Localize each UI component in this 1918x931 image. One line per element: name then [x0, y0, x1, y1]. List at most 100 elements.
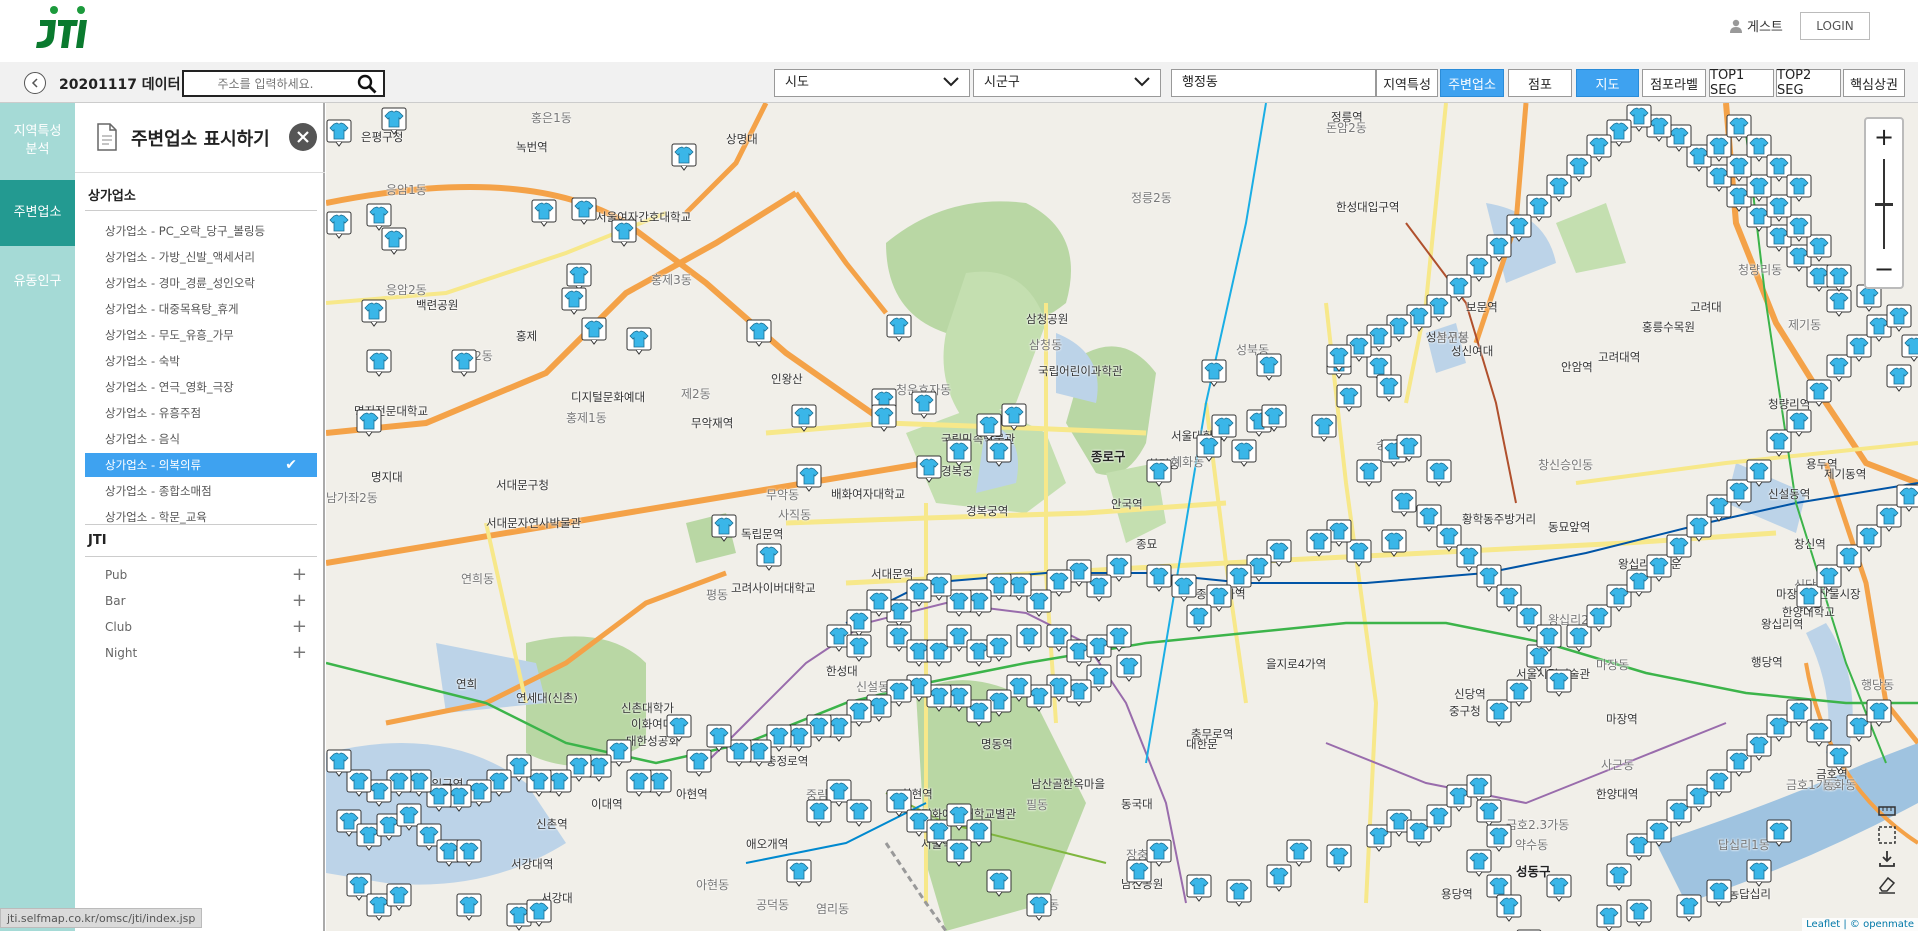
shop-marker-clothing-icon[interactable] [1476, 799, 1502, 827]
shop-marker-clothing-icon[interactable] [1826, 289, 1852, 317]
shop-marker-clothing-icon[interactable] [571, 197, 597, 225]
shop-marker-clothing-icon[interactable] [1231, 439, 1257, 467]
top1-seg-button[interactable]: TOP1 SEG [1709, 68, 1774, 98]
shop-marker-clothing-icon[interactable] [1896, 484, 1918, 512]
jti-logo[interactable] [30, 2, 102, 54]
shop-marker-clothing-icon[interactable] [626, 769, 652, 797]
jti-item-night[interactable]: Night + [85, 641, 317, 665]
sigungu-select[interactable]: 시군구 [973, 69, 1161, 97]
shop-marker-clothing-icon[interactable] [976, 413, 1002, 441]
zoom-out-button[interactable]: − [1866, 253, 1902, 287]
shop-marker-clothing-icon[interactable] [1356, 459, 1382, 487]
shop-marker-clothing-icon[interactable] [791, 404, 817, 432]
shop-marker-clothing-icon[interactable] [1211, 414, 1237, 442]
shop-marker-clothing-icon[interactable] [1676, 894, 1702, 922]
shop-marker-clothing-icon[interactable] [611, 219, 637, 247]
shop-marker-clothing-icon[interactable] [1016, 624, 1042, 652]
shop-marker-clothing-icon[interactable] [1391, 489, 1417, 517]
shop-marker-clothing-icon[interactable] [1266, 864, 1292, 892]
shop-marker-clothing-icon[interactable] [526, 899, 552, 927]
shop-marker-clothing-icon[interactable] [326, 119, 352, 147]
shop-marker-clothing-icon[interactable] [1806, 719, 1832, 747]
shop-marker-clothing-icon[interactable] [1496, 894, 1522, 922]
shop-marker-clothing-icon[interactable] [1806, 379, 1832, 407]
shop-marker-clothing-icon[interactable] [986, 869, 1012, 897]
shop-marker-clothing-icon[interactable] [1826, 264, 1852, 292]
shop-marker-clothing-icon[interactable] [711, 514, 737, 542]
shop-marker-clothing-icon[interactable] [1326, 844, 1352, 872]
shop-marker-clothing-icon[interactable] [1226, 879, 1252, 907]
shop-marker-clothing-icon[interactable] [1546, 874, 1572, 902]
shop-marker-clothing-icon[interactable] [686, 749, 712, 777]
shop-marker-clothing-icon[interactable] [1786, 409, 1812, 437]
address-search[interactable] [182, 70, 385, 97]
shop-marker-clothing-icon[interactable] [1261, 404, 1287, 432]
shop-marker-clothing-icon[interactable] [381, 107, 407, 135]
shop-marker-clothing-icon[interactable] [1546, 669, 1572, 697]
nearby-shops-button[interactable]: 주변업소 [1440, 69, 1504, 97]
zoom-slider-handle[interactable] [1875, 203, 1893, 206]
measure-icon[interactable] [1876, 800, 1898, 822]
address-search-input[interactable] [188, 74, 343, 94]
shop-marker-clothing-icon[interactable] [1486, 824, 1512, 852]
shop-category-item[interactable]: 상가업소 - 숙박 [85, 349, 317, 373]
plus-icon[interactable]: + [292, 615, 307, 639]
login-button[interactable]: LOGIN [1800, 12, 1870, 40]
shop-marker-clothing-icon[interactable] [1746, 859, 1772, 887]
shop-marker-clothing-icon[interactable] [456, 893, 482, 921]
jti-item-pub[interactable]: Pub + [85, 563, 317, 587]
shop-marker-clothing-icon[interactable] [986, 439, 1012, 467]
shop-marker-clothing-icon[interactable] [1116, 654, 1142, 682]
shop-marker-clothing-icon[interactable] [361, 299, 387, 327]
shop-marker-clothing-icon[interactable] [871, 404, 897, 432]
shop-marker-clothing-icon[interactable] [666, 714, 692, 742]
shop-marker-clothing-icon[interactable] [1396, 434, 1422, 462]
search-icon[interactable] [357, 74, 377, 94]
shop-marker-clothing-icon[interactable] [1286, 839, 1312, 867]
shop-marker-clothing-icon[interactable] [386, 883, 412, 911]
shop-marker-clothing-icon[interactable] [1826, 744, 1852, 772]
jti-item-club[interactable]: Club + [85, 615, 317, 639]
shop-marker-clothing-icon[interactable] [1186, 874, 1212, 902]
shop-marker-clothing-icon[interactable] [366, 203, 392, 231]
shop-marker-clothing-icon[interactable] [561, 287, 587, 315]
map-view[interactable]: 홍은1동 은평구청 녹번역 상명대 응암1동 서울여자간호대학교 홍제3동 응암2동 백련공원 홍… [326, 103, 1918, 931]
select-area-icon[interactable] [1876, 824, 1898, 846]
shop-marker-clothing-icon[interactable] [1506, 679, 1532, 707]
shop-marker-clothing-icon[interactable] [1376, 374, 1402, 402]
shop-marker-clothing-icon[interactable] [1186, 604, 1212, 632]
shop-marker-clothing-icon[interactable] [451, 349, 477, 377]
core-district-button[interactable]: 핵심상권 [1843, 69, 1905, 97]
plus-icon[interactable]: + [292, 563, 307, 587]
shop-marker-clothing-icon[interactable] [366, 349, 392, 377]
shop-marker-clothing-icon[interactable] [1256, 353, 1282, 381]
shop-marker-clothing-icon[interactable] [886, 314, 912, 342]
eraser-icon[interactable] [1876, 873, 1898, 895]
shop-marker-clothing-icon[interactable] [626, 327, 652, 355]
shop-marker-clothing-icon[interactable] [1426, 459, 1452, 487]
shop-category-item[interactable]: 상가업소 - 무도_유흥_가무 [85, 323, 317, 347]
shop-category-item[interactable]: 상가업소 - 유흥주점 [85, 401, 317, 425]
nav-region-analysis[interactable]: 지역특성 분석 [0, 123, 75, 163]
shop-marker-clothing-icon[interactable] [706, 724, 732, 752]
store-button[interactable]: 점포 [1508, 69, 1572, 97]
store-label-button[interactable]: 점포라벨 [1642, 69, 1706, 97]
shop-marker-clothing-icon[interactable] [1026, 893, 1052, 921]
shop-category-item[interactable]: 상가업소 - 학문_교육 [85, 505, 317, 529]
top2-seg-button[interactable]: TOP2 SEG [1776, 68, 1841, 98]
shop-category-item[interactable]: 상가업소 - 의복의류 ✔ [85, 453, 317, 477]
shop-marker-clothing-icon[interactable] [1536, 624, 1562, 652]
region-feature-button[interactable]: 지역특성 [1376, 69, 1438, 97]
leaflet-link[interactable]: Leaflet | © openmate [1806, 919, 1914, 930]
shop-marker-clothing-icon[interactable] [381, 227, 407, 255]
shop-marker-clothing-icon[interactable] [916, 455, 942, 483]
nav-nearby-shops[interactable]: 주변업소 [0, 180, 75, 246]
shop-marker-clothing-icon[interactable] [911, 391, 937, 419]
shop-marker-clothing-icon[interactable] [1886, 304, 1912, 332]
shop-marker-clothing-icon[interactable] [846, 634, 872, 662]
shop-category-item[interactable]: 상가업소 - 음식 [85, 427, 317, 451]
shop-marker-clothing-icon[interactable] [356, 409, 382, 437]
shop-marker-clothing-icon[interactable] [1746, 459, 1772, 487]
shop-marker-clothing-icon[interactable] [1766, 819, 1792, 847]
shop-marker-clothing-icon[interactable] [1311, 414, 1337, 442]
